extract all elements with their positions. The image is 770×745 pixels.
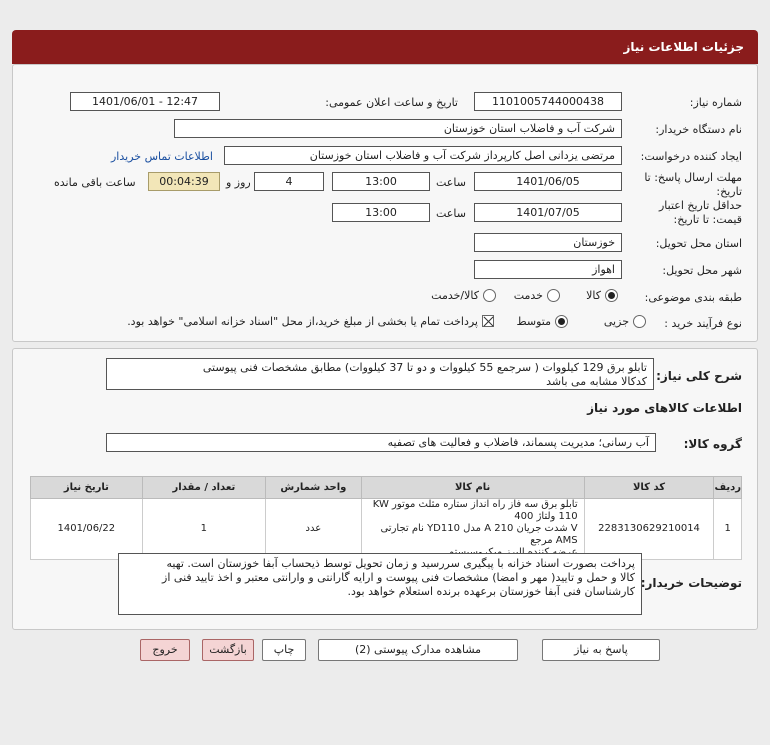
- deadline-time-label: ساعت: [436, 176, 466, 189]
- process-type-label: نوع فرآیند خرید :: [664, 317, 742, 330]
- city-label: شهر محل تحویل:: [662, 264, 742, 277]
- goods-table: ردیف کد کالا نام کالا واحد شمارش تعداد /…: [30, 476, 742, 560]
- cell-name: تابلو برق سه فاز راه انداز ستاره مثلث مو…: [360, 498, 585, 560]
- deadline-label-line1: مهلت ارسال پاسخ: تا: [644, 171, 742, 184]
- cell-qty: 1: [141, 498, 267, 560]
- cell-name-line: V شدت جریان A 210 مدل YD110 نام تجارتی A…: [380, 523, 578, 546]
- process-option-medium[interactable]: متوسط: [516, 314, 568, 328]
- radio-icon: [547, 288, 560, 302]
- goods-group-field: آب رسانی؛ مدیریت پسماند، فاضلاب و فعالیت…: [106, 433, 656, 452]
- city-field: اهواز: [474, 260, 622, 279]
- province-label: استان محل تحویل:: [655, 237, 742, 250]
- province-field: خوزستان: [474, 233, 622, 252]
- radio-selected-icon: [555, 314, 568, 328]
- radio-icon: [483, 288, 496, 302]
- process-option-minor[interactable]: جزیی: [604, 314, 646, 328]
- category-option-service[interactable]: خدمت: [514, 288, 560, 302]
- announce-date-label: تاریخ و ساعت اعلان عمومی:: [325, 96, 458, 109]
- page-title: جزئیات اطلاعات نیاز: [623, 40, 744, 54]
- description-line: تابلو برق 129 کیلووات ( سرجمع 55 کیلووات…: [202, 361, 647, 374]
- description-line: کدکالا مشابه می باشد: [546, 375, 647, 388]
- table-header-row: ردیف کد کالا نام کالا واحد شمارش تعداد /…: [30, 476, 742, 499]
- announce-date-field: 1401/06/01 - 12:47: [70, 92, 220, 111]
- buyer-notes-line: کارشناسان فنی آبفا خوزستان برعهده برنده …: [347, 585, 635, 598]
- remaining-time-field: 00:04:39: [148, 172, 220, 191]
- col-unit: واحد شمارش: [265, 476, 362, 499]
- col-qty: تعداد / مقدار: [141, 476, 267, 499]
- validity-label-line1: حداقل تاریخ اعتبار: [658, 199, 742, 212]
- remaining-time-label: ساعت باقی مانده: [54, 176, 136, 189]
- cell-date: 1401/06/22: [30, 498, 143, 560]
- checkbox-checked-icon: [482, 315, 494, 327]
- creator-field: مرتضی یزدانی اصل کارپرداز شرکت آب و فاضل…: [224, 146, 622, 165]
- print-button[interactable]: چاپ: [262, 639, 306, 661]
- days-remaining-field: 4: [254, 172, 324, 191]
- cell-code: 2283130629210014: [583, 498, 715, 560]
- col-date: تاریخ نیاز: [30, 476, 143, 499]
- category-option-goods[interactable]: کالا: [586, 288, 618, 302]
- radio-selected-icon: [605, 288, 618, 302]
- goods-group-label: گروه کالا:: [683, 437, 742, 451]
- buyer-org-field: شرکت آب و فاضلاب استان خوزستان: [174, 119, 622, 138]
- creator-label: ایجاد کننده درخواست:: [640, 150, 742, 163]
- validity-label-line2: قیمت: تا تاریخ:: [673, 213, 742, 226]
- validity-time-label: ساعت: [436, 207, 466, 220]
- description-box: تابلو برق 129 کیلووات ( سرجمع 55 کیلووات…: [106, 358, 654, 390]
- deadline-label-line2: تاریخ:: [716, 185, 742, 198]
- goods-table-wrap: ردیف کد کالا نام کالا واحد شمارش تعداد /…: [30, 476, 742, 560]
- cell-unit: عدد: [265, 498, 362, 560]
- table-row[interactable]: 1 2283130629210014 تابلو برق سه فاز راه …: [30, 498, 742, 560]
- deadline-date-field: 1401/06/05: [474, 172, 622, 191]
- col-name: نام کالا: [360, 476, 585, 499]
- reply-button[interactable]: پاسخ به نیاز: [542, 639, 660, 661]
- buyer-org-label: نام دستگاه خریدار:: [655, 123, 742, 136]
- col-row: ردیف: [713, 476, 742, 499]
- page-header: جزئیات اطلاعات نیاز: [12, 30, 758, 64]
- col-code: کد کالا: [583, 476, 715, 499]
- cell-name-line: تابلو برق سه فاز راه انداز ستاره مثلث مو…: [372, 499, 578, 522]
- buyer-contact-link[interactable]: اطلاعات تماس خریدار: [111, 150, 213, 163]
- buyer-notes-line: پرداخت بصورت اسناد خزانه با پیگیری سررسی…: [166, 557, 635, 570]
- category-option-goods-service[interactable]: کالا/خدمت: [431, 288, 496, 302]
- radio-icon: [633, 314, 646, 328]
- days-label: روز و: [226, 176, 251, 189]
- buyer-notes-label: توضیحات خریدار:: [640, 576, 742, 590]
- back-button[interactable]: بازگشت: [202, 639, 254, 661]
- validity-date-field: 1401/07/05: [474, 203, 622, 222]
- deadline-time-field: 13:00: [332, 172, 430, 191]
- need-number-field: 1101005744000438: [474, 92, 622, 111]
- description-label: شرح کلی نیاز:: [656, 369, 742, 383]
- exit-button[interactable]: خروج: [140, 639, 190, 661]
- treasury-payment-checkbox[interactable]: پرداخت تمام یا بخشی از مبلغ خرید،از محل …: [127, 314, 494, 328]
- validity-time-field: 13:00: [332, 203, 430, 222]
- view-attachments-button[interactable]: مشاهده مدارک پیوستی (2): [318, 639, 518, 661]
- goods-section-title: اطلاعات کالاهای مورد نیاز: [587, 401, 742, 415]
- category-label: طبقه بندی موضوعی:: [644, 291, 742, 304]
- buyer-notes-line: کالا و حمل و تایید( مهر و امضا) مشخصات ف…: [162, 571, 635, 584]
- need-number-label: شماره نیاز:: [689, 96, 742, 109]
- buyer-notes-box: پرداخت بصورت اسناد خزانه با پیگیری سررسی…: [118, 553, 642, 615]
- cell-row: 1: [713, 498, 742, 560]
